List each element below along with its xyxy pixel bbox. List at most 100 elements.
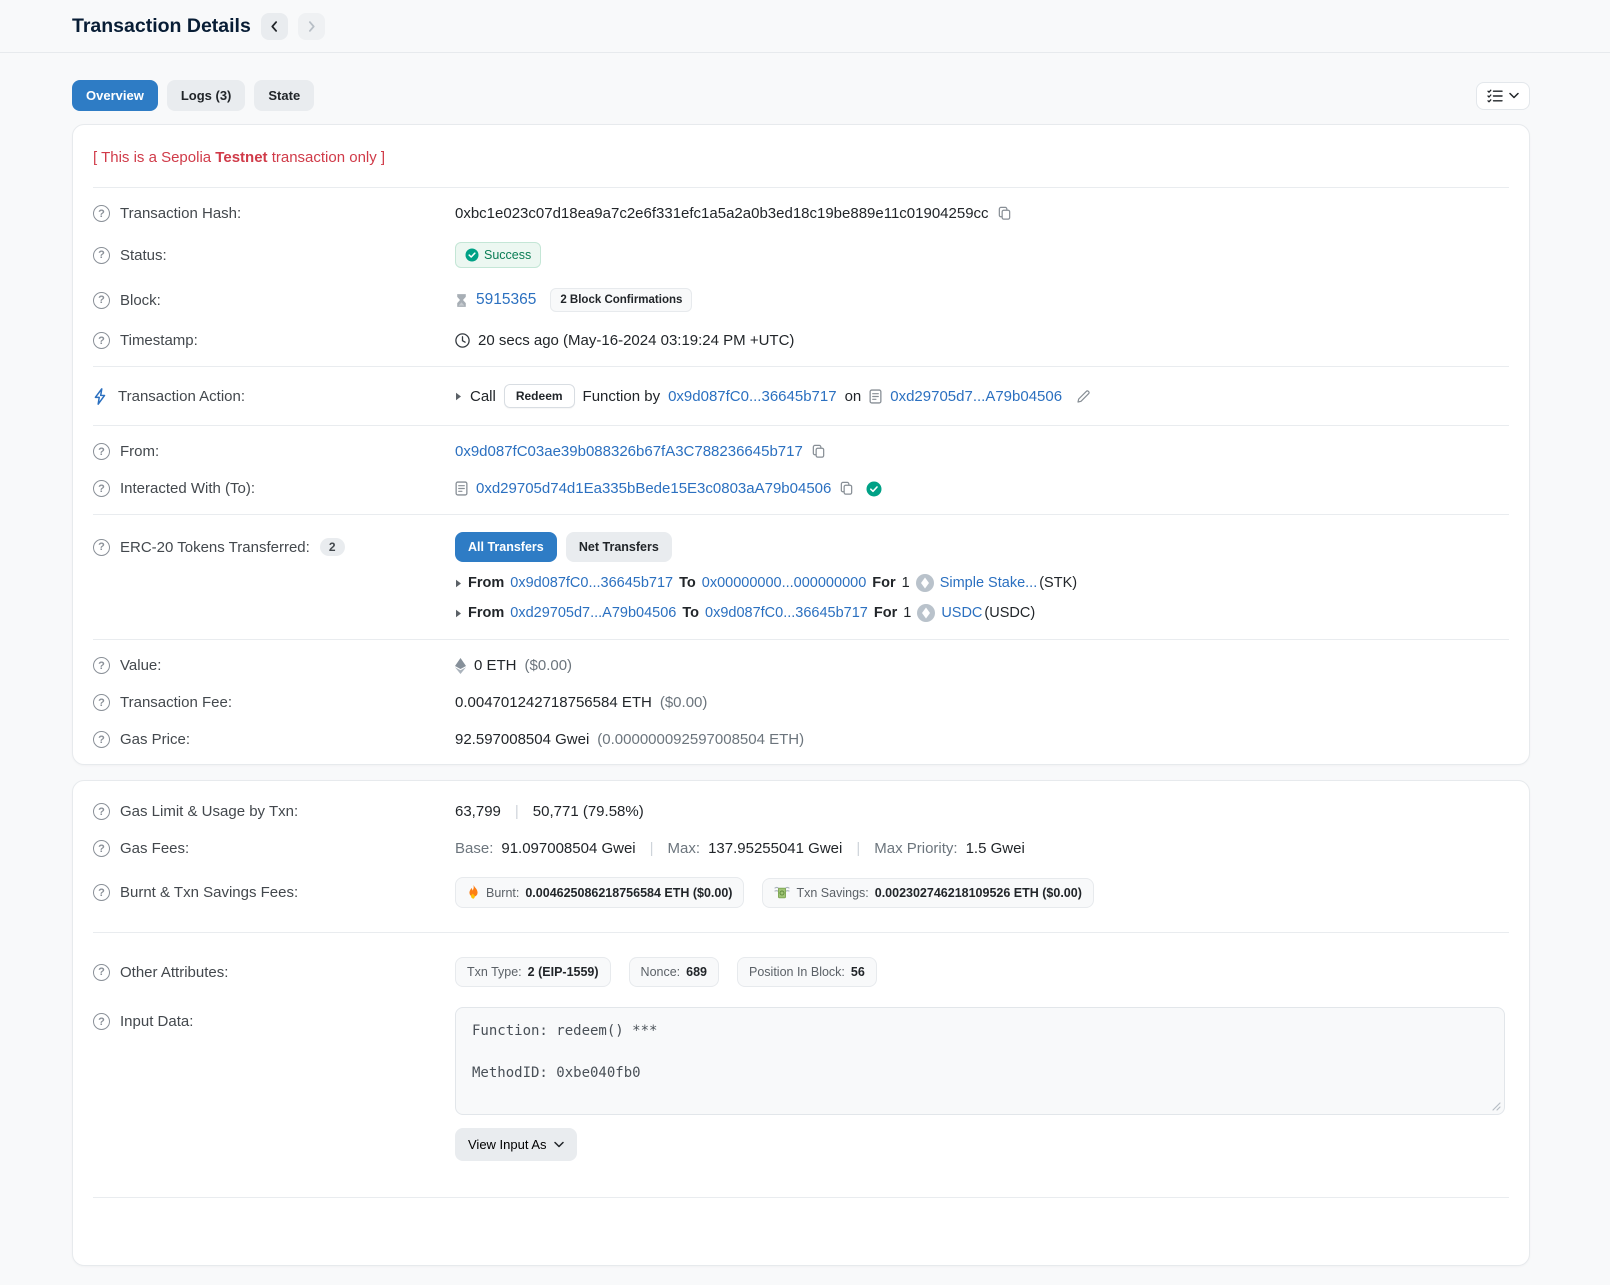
tx-hash-label: Transaction Hash: <box>120 205 241 222</box>
input-data-textarea[interactable]: Function: redeem() *** MethodID: 0xbe040… <box>455 1007 1505 1115</box>
action-contract-link[interactable]: 0xd29705d7...A79b04506 <box>890 388 1062 405</box>
tab-state[interactable]: State <box>254 80 314 111</box>
from-word: From <box>468 575 504 591</box>
copy-to-button[interactable] <box>839 481 854 496</box>
view-input-as-label: View Input As <box>468 1137 547 1152</box>
position-key: Position In Block: <box>749 965 845 979</box>
resize-grip-icon[interactable] <box>1492 1102 1501 1111</box>
help-icon[interactable]: ? <box>93 292 110 309</box>
input-data-line2: MethodID: 0xbe040fb0 <box>472 1065 1488 1082</box>
chevron-left-icon <box>269 21 280 32</box>
to-word: To <box>682 605 699 621</box>
txn-savings-value: 0.002302746218109526 ETH ($0.00) <box>875 886 1082 900</box>
help-icon[interactable]: ? <box>93 964 110 981</box>
position-badge: Position In Block: 56 <box>737 957 877 987</box>
separator: | <box>644 840 660 857</box>
transfer-token-link[interactable]: Simple Stake... <box>940 575 1038 591</box>
transfer-amount: 1 <box>902 575 910 591</box>
view-input-as-button[interactable]: View Input As <box>455 1128 577 1161</box>
help-icon[interactable]: ? <box>93 840 110 857</box>
edit-action-button[interactable] <box>1076 389 1091 404</box>
for-word: For <box>872 575 895 591</box>
next-transaction-button[interactable] <box>298 13 325 40</box>
gas-limit-label: Gas Limit & Usage by Txn: <box>120 803 298 820</box>
transfer-from-link[interactable]: 0x9d087fC0...36645b717 <box>510 575 673 591</box>
help-icon[interactable]: ? <box>93 1013 110 1030</box>
action-sender-link[interactable]: 0x9d087fC0...36645b717 <box>668 388 836 405</box>
status-badge: Success <box>455 242 541 268</box>
page-title: Transaction Details <box>72 15 251 38</box>
from-address-link[interactable]: 0x9d087fC03ae39b088326b67fA3C788236645b7… <box>455 443 803 460</box>
to-word: To <box>679 575 696 591</box>
timestamp-value: 20 secs ago (May-16-2024 03:19:24 PM +UT… <box>478 332 794 349</box>
prev-transaction-button[interactable] <box>261 13 288 40</box>
tab-bar: Overview Logs (3) State <box>72 80 1530 111</box>
check-circle-icon <box>465 248 479 262</box>
block-label: Block: <box>120 292 161 309</box>
help-icon[interactable]: ? <box>93 247 110 264</box>
contract-icon <box>455 481 468 496</box>
help-icon[interactable]: ? <box>93 332 110 349</box>
transfer-from-link[interactable]: 0xd29705d7...A79b04506 <box>510 605 676 621</box>
block-number-link[interactable]: 5915365 <box>476 291 536 309</box>
transaction-fee-label: Transaction Fee: <box>120 694 232 711</box>
row-transaction-hash: ? Transaction Hash: 0xbc1e023c07d18ea9a7… <box>93 195 1509 232</box>
row-gas-price: ? Gas Price: 92.597008504 Gwei (0.000000… <box>93 721 1509 758</box>
clock-icon <box>455 333 470 348</box>
transfer-amount: 1 <box>903 605 911 621</box>
fee-usd: ($0.00) <box>660 694 708 711</box>
separator: | <box>509 803 525 820</box>
row-erc20-transfers: ? ERC-20 Tokens Transferred: 2 All Trans… <box>93 522 1509 632</box>
txn-type-value: 2 (EIP-1559) <box>528 965 599 979</box>
transfer-count-badge: 2 <box>320 538 345 556</box>
max-fee-label: Max: <box>668 840 701 857</box>
gas-price-eth: (0.000000092597008504 ETH) <box>597 731 804 748</box>
chevron-right-icon <box>306 21 317 32</box>
help-icon[interactable]: ? <box>93 205 110 222</box>
burnt-badge: Burnt: 0.004625086218756584 ETH ($0.00) <box>455 877 744 908</box>
input-data-line1: Function: redeem() *** <box>472 1023 1488 1040</box>
transfer-to-link[interactable]: 0x00000000...000000000 <box>702 575 867 591</box>
other-attributes-label: Other Attributes: <box>120 964 228 981</box>
txn-savings-key: Txn Savings: <box>796 886 868 900</box>
all-transfers-button[interactable]: All Transfers <box>455 532 557 562</box>
status-label: Status: <box>120 247 167 264</box>
tab-logs[interactable]: Logs (3) <box>167 80 246 111</box>
interacted-with-label: Interacted With (To): <box>120 480 255 497</box>
row-block: ? Block: 5915365 2 Block Confirmations <box>93 278 1509 322</box>
base-fee-label: Base: <box>455 840 493 857</box>
display-options-button[interactable] <box>1476 82 1530 110</box>
copy-icon <box>997 206 1012 221</box>
chevron-down-icon <box>554 1141 564 1148</box>
help-icon[interactable]: ? <box>93 731 110 748</box>
to-address-link[interactable]: 0xd29705d74d1Ea335bBede15E3c0803aA79b045… <box>476 480 831 497</box>
value-usd: ($0.00) <box>525 657 573 674</box>
caret-right-icon <box>455 579 462 588</box>
copy-tx-hash-button[interactable] <box>997 206 1012 221</box>
help-icon[interactable]: ? <box>93 694 110 711</box>
nonce-value: 689 <box>686 965 707 979</box>
max-priority-label: Max Priority: <box>874 840 957 857</box>
transfer-row: From 0x9d087fC0...36645b717 To 0x0000000… <box>455 574 1077 592</box>
transfer-token-link[interactable]: USDC <box>941 605 982 621</box>
transfer-to-link[interactable]: 0x9d087fC0...36645b717 <box>705 605 868 621</box>
help-icon[interactable]: ? <box>93 539 110 556</box>
checklist-icon <box>1487 89 1503 103</box>
header-divider <box>0 52 1610 53</box>
token-icon <box>916 574 934 592</box>
chevron-down-icon <box>1509 92 1519 99</box>
action-function-by: Function by <box>583 388 661 405</box>
token-icon <box>917 604 935 622</box>
help-icon[interactable]: ? <box>93 803 110 820</box>
action-method-badge[interactable]: Redeem <box>504 384 575 408</box>
copy-from-button[interactable] <box>811 444 826 459</box>
txn-type-key: Txn Type: <box>467 965 522 979</box>
help-icon[interactable]: ? <box>93 657 110 674</box>
help-icon[interactable]: ? <box>93 480 110 497</box>
help-icon[interactable]: ? <box>93 884 110 901</box>
caret-right-icon <box>455 392 462 401</box>
net-transfers-button[interactable]: Net Transfers <box>566 532 672 562</box>
tab-overview[interactable]: Overview <box>72 80 158 111</box>
help-icon[interactable]: ? <box>93 443 110 460</box>
burnt-key: Burnt: <box>486 886 519 900</box>
